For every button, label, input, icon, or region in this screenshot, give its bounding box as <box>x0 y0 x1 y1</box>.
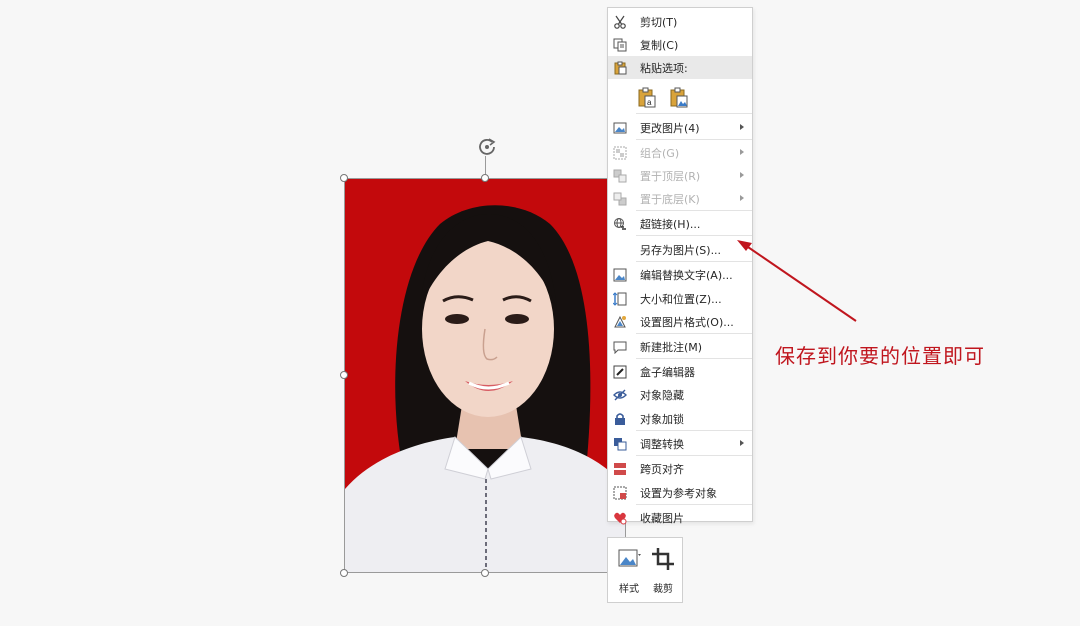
menu-item-label: 调整转换 <box>640 437 684 451</box>
menu-item-paste-options: 粘贴选项: <box>608 56 752 79</box>
adjust-convert-icon <box>612 436 628 452</box>
portrait-image <box>345 179 625 572</box>
menu-separator <box>636 504 752 505</box>
resize-handle-tl[interactable] <box>340 174 348 182</box>
menu-separator <box>636 261 752 262</box>
crop-button[interactable]: 裁剪 <box>648 544 678 596</box>
menu-item-edit-alt-text[interactable]: 编辑替换文字(A)... <box>608 263 752 286</box>
menu-separator <box>636 333 752 334</box>
paste-picture-icon[interactable] <box>668 86 690 110</box>
menu-separator <box>636 139 752 140</box>
menu-item-hyperlink[interactable]: 超链接(H)... <box>608 212 752 235</box>
submenu-arrow-icon <box>740 195 744 201</box>
menu-item-size-position[interactable]: 大小和位置(Z)... <box>608 287 752 310</box>
menu-separator <box>636 430 752 431</box>
rotate-icon[interactable] <box>476 136 498 158</box>
menu-separator <box>636 113 752 114</box>
selected-photo[interactable] <box>344 178 626 573</box>
menu-item-group[interactable]: 组合(G) <box>608 141 752 164</box>
menu-item-label: 设置为参考对象 <box>640 486 717 500</box>
context-menu: 剪切(T) 复制(C) 粘贴选项: a 更改图片(4) 组合(G) 置于顶层(R… <box>607 7 753 525</box>
submenu-arrow-icon <box>740 172 744 178</box>
menu-item-label: 设置图片格式(O)... <box>640 315 734 329</box>
menu-item-label: 组合(G) <box>640 146 680 160</box>
alt-text-icon <box>612 267 628 283</box>
hyperlink-icon <box>612 216 628 232</box>
new-comment-icon <box>612 339 628 355</box>
menu-item-label: 新建批注(M) <box>640 340 703 354</box>
bring-to-front-icon <box>612 168 628 184</box>
crop-button-label: 裁剪 <box>653 584 673 595</box>
menu-item-label: 编辑替换文字(A)... <box>640 268 733 282</box>
annotation-text: 保存到你要的位置即可 <box>775 344 985 368</box>
format-picture-icon <box>612 314 628 330</box>
picture-style-icon <box>618 549 641 567</box>
menu-item-lock-object[interactable]: 对象加锁 <box>608 407 752 430</box>
menu-separator <box>636 235 752 236</box>
scissors-icon <box>612 14 628 30</box>
menu-item-label: 收藏图片 <box>640 511 684 525</box>
menu-item-label: 置于底层(K) <box>640 192 700 206</box>
menu-item-new-comment[interactable]: 新建批注(M) <box>608 335 752 358</box>
clipboard-icon <box>612 60 628 76</box>
crop-icon <box>652 548 674 570</box>
send-to-back-icon <box>612 191 628 207</box>
menu-item-set-reference-object[interactable]: 设置为参考对象 <box>608 481 752 504</box>
submenu-arrow-icon <box>740 124 744 130</box>
box-editor-icon <box>612 364 628 380</box>
submenu-arrow-icon <box>740 149 744 155</box>
change-picture-icon <box>612 120 628 136</box>
paste-keep-text-icon[interactable]: a <box>636 86 658 110</box>
resize-handle-ml[interactable] <box>340 371 348 379</box>
menu-item-label: 剪切(T) <box>640 15 678 29</box>
menu-item-copy[interactable]: 复制(C) <box>608 33 752 56</box>
group-icon <box>612 145 628 161</box>
menu-item-label: 对象加锁 <box>640 412 684 426</box>
paste-options-row: a <box>636 83 716 113</box>
menu-item-label: 另存为图片(S)... <box>640 243 722 257</box>
favorite-heart-icon <box>612 510 628 526</box>
menu-item-label: 复制(C) <box>640 38 679 52</box>
resize-handle-bl[interactable] <box>340 569 348 577</box>
menu-item-favorite-picture[interactable]: 收藏图片 <box>608 506 752 529</box>
menu-item-cut[interactable]: 剪切(T) <box>608 10 752 33</box>
menu-item-save-as-picture[interactable]: 另存为图片(S)... <box>608 238 752 261</box>
menu-item-cross-page-align[interactable]: 跨页对齐 <box>608 457 752 480</box>
resize-handle-tm[interactable] <box>481 174 489 182</box>
menu-item-bring-to-front[interactable]: 置于顶层(R) <box>608 164 752 187</box>
resize-handle-bm[interactable] <box>481 569 489 577</box>
cross-page-align-icon <box>612 461 628 477</box>
menu-item-label: 粘贴选项: <box>640 61 688 75</box>
lock-icon <box>612 411 628 427</box>
menu-separator <box>636 455 752 456</box>
menu-item-format-picture[interactable]: 设置图片格式(O)... <box>608 310 752 333</box>
style-button[interactable]: 样式 <box>614 544 644 596</box>
menu-item-label: 置于顶层(R) <box>640 169 701 183</box>
menu-item-label: 更改图片(4) <box>640 121 700 135</box>
menu-item-box-editor[interactable]: 盒子编辑器 <box>608 360 752 383</box>
menu-item-hide-object[interactable]: 对象隐藏 <box>608 383 752 406</box>
copy-icon <box>612 37 628 53</box>
menu-item-label: 盒子编辑器 <box>640 365 695 379</box>
menu-separator <box>636 210 752 211</box>
size-position-icon <box>612 291 628 307</box>
menu-item-change-picture[interactable]: 更改图片(4) <box>608 116 752 139</box>
menu-item-send-to-back[interactable]: 置于底层(K) <box>608 187 752 210</box>
menu-item-label: 超链接(H)... <box>640 217 701 231</box>
menu-item-label: 对象隐藏 <box>640 388 684 402</box>
picture-mini-toolbar: 样式 裁剪 <box>607 537 683 603</box>
hide-eye-icon <box>612 387 628 403</box>
empty-icon-slot <box>612 242 628 258</box>
menu-item-adjust-convert[interactable]: 调整转换 <box>608 432 752 455</box>
menu-separator <box>636 358 752 359</box>
reference-object-icon <box>612 485 628 501</box>
menu-item-label: 跨页对齐 <box>640 462 684 476</box>
style-button-label: 样式 <box>619 584 639 595</box>
svg-text:a: a <box>647 98 652 107</box>
submenu-arrow-icon <box>740 440 744 446</box>
menu-item-label: 大小和位置(Z)... <box>640 292 722 306</box>
